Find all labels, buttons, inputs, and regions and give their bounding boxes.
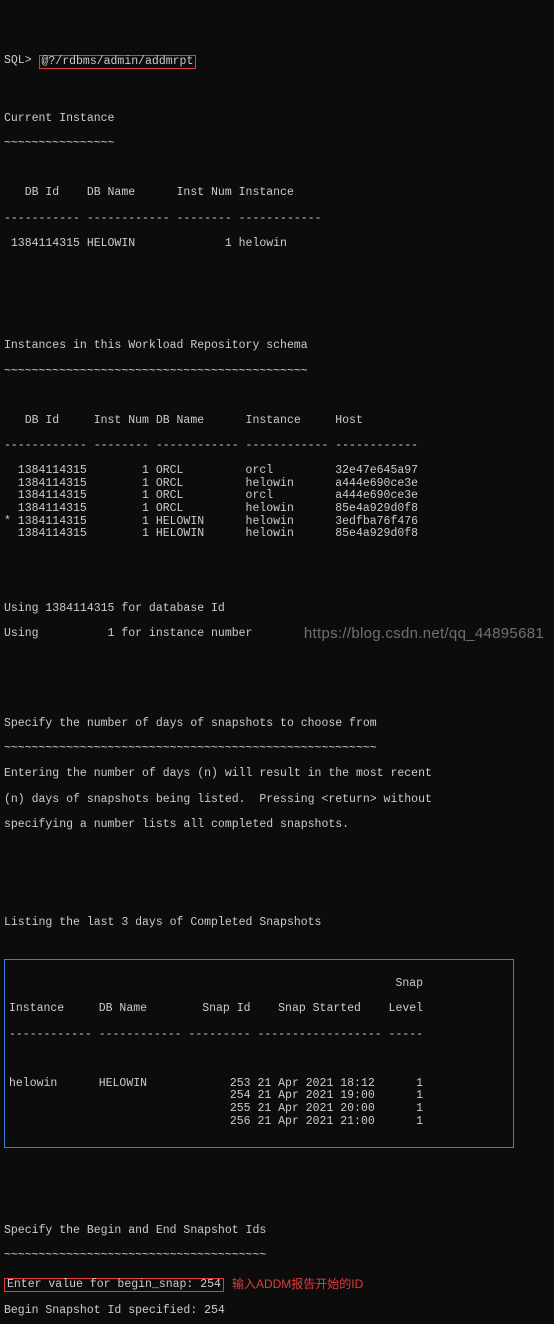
instances-schema-header: DB Id Inst Num DB Name Instance Host: [4, 415, 550, 428]
using-line2: Using 1 for instance number: [4, 628, 550, 641]
begin-snap-result: Begin Snapshot Id specified: 254: [4, 1305, 550, 1318]
specify-days-line3: specifying a number lists all completed …: [4, 819, 550, 832]
instances-schema-tilde: ~~~~~~~~~~~~~~~~~~~~~~~~~~~~~~~~~~~~~~~~…: [4, 366, 550, 379]
specify-days-line2: (n) days of snapshots being listed. Pres…: [4, 794, 550, 807]
specify-days-title: Specify the number of days of snapshots …: [4, 718, 550, 731]
current-instance-section: Current Instance ~~~~~~~~~~~~~~~~ DB Id …: [4, 94, 550, 263]
table-row: 255 21 Apr 2021 20:00 1: [9, 1103, 509, 1116]
current-instance-title: Current Instance: [4, 113, 550, 126]
instances-schema-title: Instances in this Workload Repository sc…: [4, 340, 550, 353]
snapshot-header2: Instance DB Name Snap Id Snap Started Le…: [9, 1003, 509, 1016]
instances-schema-section: Instances in this Workload Repository sc…: [4, 328, 550, 554]
table-row: 1384114315 1 HELOWIN helowin 85e4a929d0f…: [4, 528, 550, 541]
table-row: 1384114315 1 ORCL helowin 85e4a929d0f8: [4, 503, 550, 516]
specify-days-line1: Entering the number of days (n) will res…: [4, 768, 550, 781]
current-instance-divider: ----------- ------------ -------- ------…: [4, 213, 550, 226]
table-row: helowin HELOWIN 253 21 Apr 2021 18:12 1: [9, 1078, 509, 1091]
table-row: 256 21 Apr 2021 21:00 1: [9, 1116, 509, 1129]
table-row: 1384114315 1 ORCL orcl 32e47e645a97: [4, 465, 550, 478]
sql-prompt-line: SQL> @?/rdbms/admin/addmrpt: [4, 55, 550, 70]
snapshot-header1: Snap: [9, 978, 509, 991]
specify-days-section: Specify the number of days of snapshots …: [4, 705, 550, 844]
begin-snap-label: 输入ADDM报告开始的ID: [232, 1278, 363, 1291]
instances-schema-divider: ------------ -------- ------------ -----…: [4, 440, 550, 453]
sql-prompt: SQL>: [4, 55, 39, 68]
instances-schema-rows: 1384114315 1 ORCL orcl 32e47e645a97 1384…: [4, 465, 550, 541]
command-text[interactable]: @?/rdbms/admin/addmrpt: [42, 55, 194, 68]
snapshot-rows: helowin HELOWIN 253 21 Apr 2021 18:12 1 …: [9, 1078, 509, 1129]
snapshot-table: Snap Instance DB Name Snap Id Snap Start…: [4, 959, 514, 1148]
begin-end-section: Specify the Begin and End Snapshot Ids ~…: [4, 1212, 550, 1324]
current-instance-row: 1384114315 HELOWIN 1 helowin: [4, 238, 550, 251]
listing-title: Listing the last 3 days of Completed Sna…: [4, 917, 550, 930]
command-box: @?/rdbms/admin/addmrpt: [39, 55, 197, 70]
begin-end-title: Specify the Begin and End Snapshot Ids: [4, 1225, 550, 1238]
current-instance-tilde: ~~~~~~~~~~~~~~~~: [4, 138, 550, 151]
using-line1: Using 1384114315 for database Id: [4, 603, 550, 616]
begin-end-tilde: ~~~~~~~~~~~~~~~~~~~~~~~~~~~~~~~~~~~~~~: [4, 1250, 550, 1263]
begin-snap-prompt[interactable]: Enter value for begin_snap: 254: [7, 1278, 221, 1291]
specify-days-tilde: ~~~~~~~~~~~~~~~~~~~~~~~~~~~~~~~~~~~~~~~~…: [4, 743, 550, 756]
table-row: 254 21 Apr 2021 19:00 1: [9, 1090, 509, 1103]
current-instance-header: DB Id DB Name Inst Num Instance: [4, 187, 550, 200]
begin-snap-input-box: Enter value for begin_snap: 254: [4, 1278, 224, 1293]
snapshot-divider: ------------ ------------ --------- ----…: [9, 1029, 509, 1042]
